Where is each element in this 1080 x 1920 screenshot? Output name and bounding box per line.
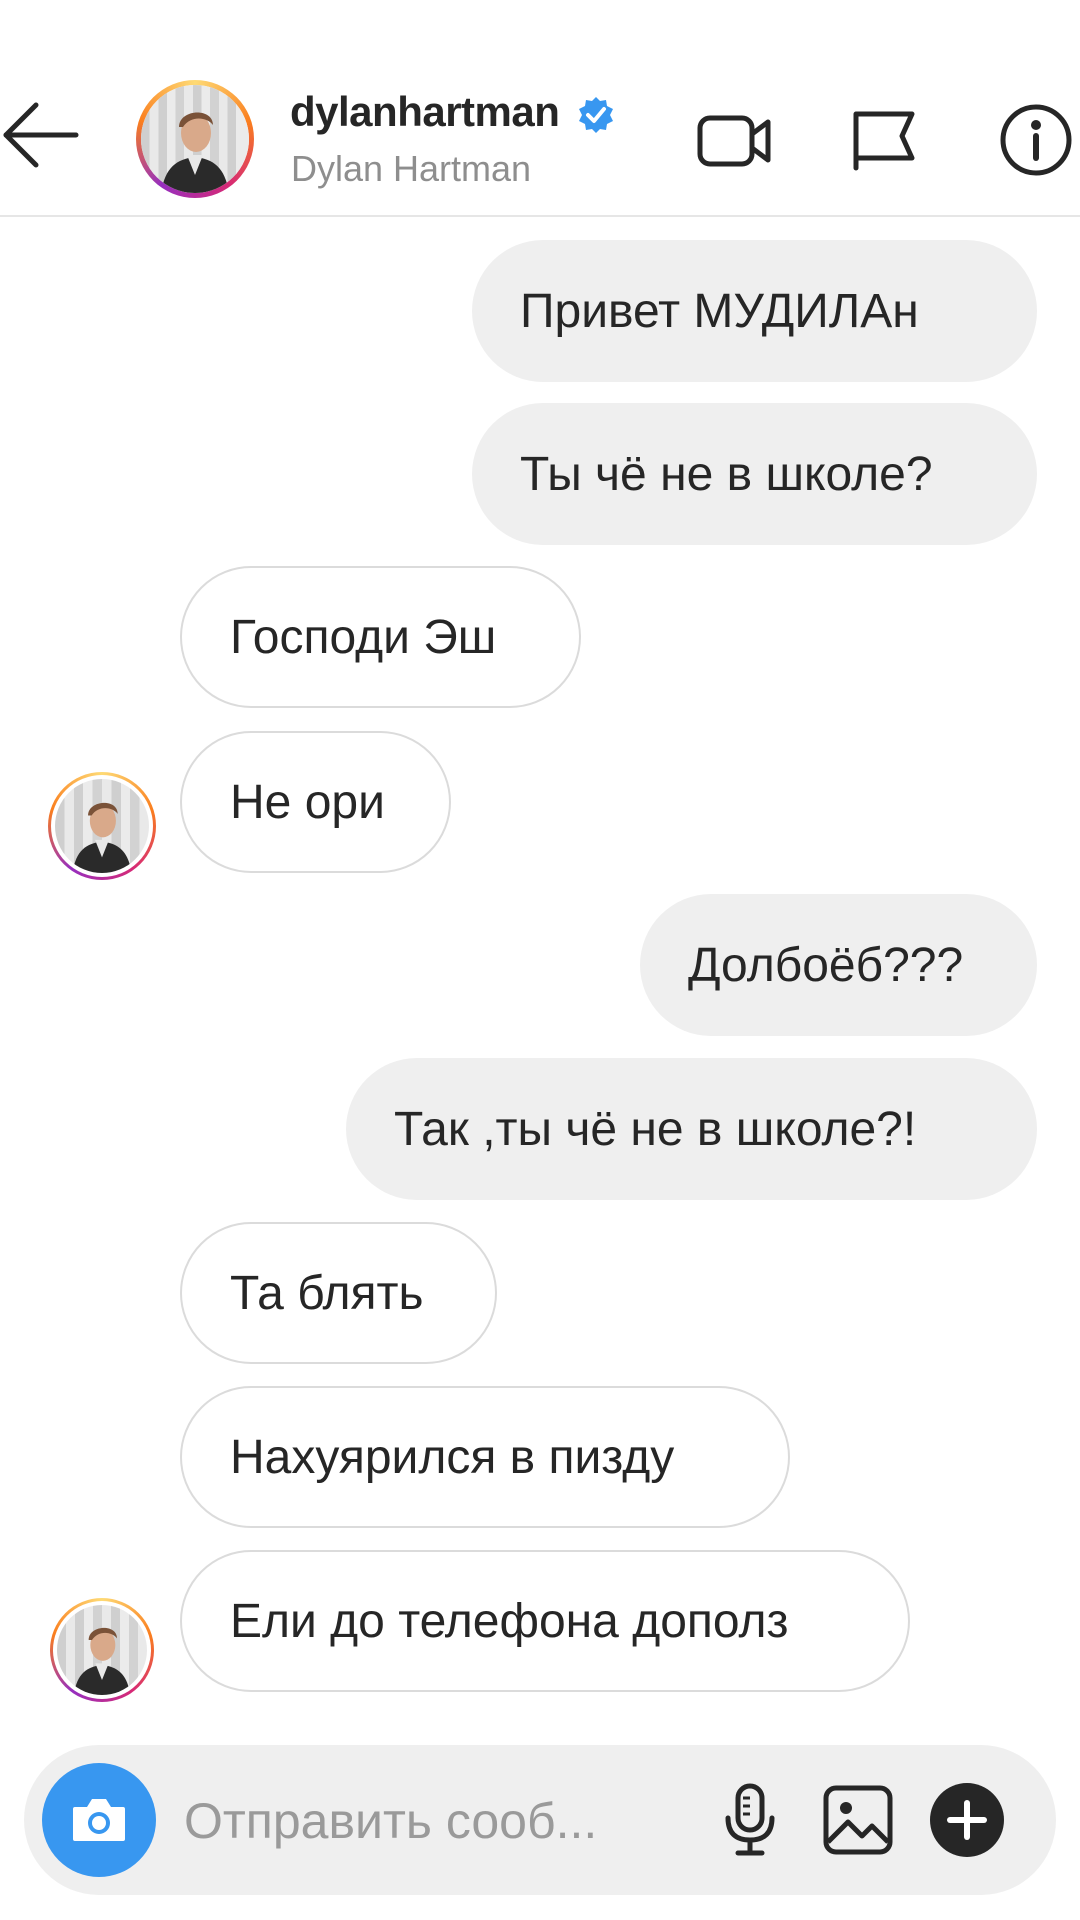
message-bubble-incoming[interactable]: Не ори — [180, 731, 451, 873]
gallery-button[interactable] — [818, 1780, 898, 1860]
message-bubble-outgoing[interactable]: Так ,ты чё не в школе?! — [346, 1058, 1037, 1200]
message-text: Господи Эш — [230, 610, 497, 664]
sender-avatar[interactable] — [50, 1598, 154, 1702]
profile-avatar[interactable] — [136, 80, 254, 198]
message-text: Ели до телефона дополз — [230, 1594, 789, 1648]
chat-header: dylanhartman Dylan Hartman — [0, 0, 1080, 217]
back-arrow-icon — [3, 102, 79, 168]
back-button[interactable] — [0, 95, 90, 175]
message-text: Так ,ты чё не в школе?! — [394, 1102, 917, 1156]
message-text: Нахуярился в пизду — [230, 1430, 675, 1484]
camera-icon — [73, 1799, 125, 1841]
message-text: Привет МУДИЛАн — [520, 284, 919, 338]
video-call-button[interactable] — [696, 100, 776, 180]
info-button[interactable] — [996, 100, 1076, 180]
message-text: Не ори — [230, 775, 385, 829]
report-button[interactable] — [846, 100, 926, 180]
message-bubble-incoming[interactable]: Та блять — [180, 1222, 497, 1364]
message-text: Та блять — [230, 1266, 424, 1320]
voice-message-button[interactable] — [710, 1780, 790, 1860]
message-bubble-outgoing[interactable]: Долбоёб??? — [640, 894, 1037, 1036]
message-composer — [24, 1745, 1056, 1895]
more-options-button[interactable] — [930, 1783, 1004, 1857]
message-bubble-outgoing[interactable]: Ты чё не в школе? — [472, 403, 1037, 545]
message-text: Долбоёб??? — [688, 938, 964, 992]
message-text: Ты чё не в школе? — [520, 447, 933, 501]
avatar-photo — [141, 85, 249, 193]
gallery-icon — [823, 1785, 893, 1855]
username[interactable]: dylanhartman — [290, 88, 560, 136]
info-icon — [1000, 104, 1072, 176]
verified-badge-icon — [579, 97, 613, 133]
message-bubble-incoming[interactable]: Ели до телефона дополз — [180, 1550, 910, 1692]
message-input[interactable] — [182, 1785, 706, 1857]
full-name: Dylan Hartman — [291, 148, 532, 189]
message-bubble-outgoing[interactable]: Привет МУДИЛАн — [472, 240, 1037, 382]
message-bubble-incoming[interactable]: Господи Эш — [180, 566, 581, 708]
direct-message-screen: dylanhartman Dylan Hartman Привет МУДИЛА… — [0, 0, 1080, 1920]
video-call-icon — [697, 115, 771, 167]
message-bubble-incoming[interactable]: Нахуярился в пизду — [180, 1386, 790, 1528]
flag-icon — [853, 111, 915, 171]
sender-avatar[interactable] — [48, 772, 156, 880]
plus-icon — [947, 1800, 987, 1840]
microphone-icon — [725, 1783, 775, 1856]
camera-button[interactable] — [42, 1763, 156, 1877]
